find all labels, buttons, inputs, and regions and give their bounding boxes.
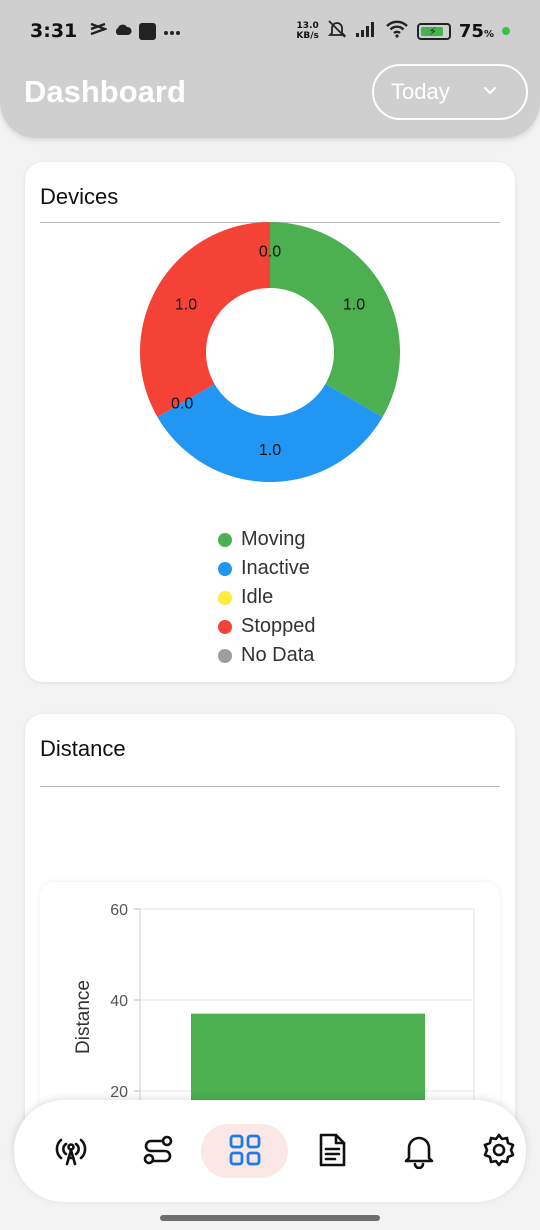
y-tick-label: 20 — [110, 1084, 128, 1101]
wifi-icon — [385, 20, 409, 42]
network-speed: 13.0 KB/s — [296, 21, 318, 41]
app-notification-icon — [139, 22, 157, 40]
nav-item-live-tracking[interactable] — [45, 1124, 97, 1176]
legend-item[interactable]: Moving — [218, 525, 316, 554]
legend-label: Stopped — [241, 615, 316, 637]
privacy-indicator-dot — [502, 27, 510, 35]
battery-percent-value: 75 — [458, 20, 484, 42]
cloud-icon — [114, 22, 132, 40]
home-indicator[interactable] — [160, 1215, 380, 1221]
more-notifications-icon — [164, 22, 181, 40]
bottom-navigation — [14, 1100, 526, 1202]
legend-item[interactable]: Idle — [218, 583, 316, 612]
nav-item-settings[interactable] — [480, 1124, 520, 1176]
devices-card: Devices 1.0 1.0 1.0 0.0 0.0 Moving Inactive Id… — [25, 162, 515, 682]
capcut-icon — [89, 21, 109, 41]
legend-color-dot — [218, 590, 232, 605]
devices-donut-chart[interactable]: 1.0 1.0 1.0 0.0 0.0 — [25, 222, 515, 522]
broadcast-tower-icon — [55, 1138, 87, 1166]
legend-color-dot — [218, 532, 232, 547]
gear-icon — [483, 1133, 515, 1167]
nav-item-routes[interactable] — [132, 1124, 184, 1176]
devices-card-title: Devices — [40, 184, 119, 209]
y-tick-label: 60 — [110, 902, 128, 919]
donut-value-label: 0.0 — [171, 396, 193, 413]
battery-icon: ⚡ — [416, 22, 451, 40]
period-dropdown[interactable]: Today — [372, 64, 528, 120]
donut-value-label: 0.0 — [259, 244, 281, 261]
distance-card-divider — [40, 786, 500, 787]
y-axis-label: Distance — [73, 980, 94, 1054]
nav-item-reports[interactable] — [306, 1124, 358, 1176]
legend-color-dot — [218, 561, 232, 576]
legend-item[interactable]: Stopped — [218, 612, 316, 641]
nav-item-notifications[interactable] — [393, 1124, 445, 1176]
battery-percent: 75% — [459, 21, 494, 42]
devices-legend: Moving Inactive Idle Stopped No Data — [218, 525, 316, 670]
donut-slice-stopped[interactable] — [140, 222, 270, 417]
signal-icon — [355, 21, 377, 41]
chevron-down-icon — [483, 86, 497, 95]
bell-icon — [404, 1136, 434, 1169]
legend-label: Inactive — [241, 557, 310, 579]
status-time: 3:31 — [30, 20, 78, 42]
legend-color-dot — [218, 619, 232, 634]
legend-item[interactable]: No Data — [218, 641, 316, 670]
period-dropdown-value: Today — [391, 79, 450, 104]
donut-value-label: 1.0 — [343, 297, 365, 314]
net-speed-unit: KB/s — [296, 31, 319, 41]
battery-percent-unit: % — [483, 28, 494, 40]
status-bar: 3:31 13.0 KB/s ⚡ 75% — [0, 0, 540, 62]
net-speed-value: 13.0 — [296, 21, 319, 31]
route-icon — [143, 1135, 173, 1165]
status-right: 13.0 KB/s ⚡ 75% — [296, 19, 510, 43]
page-title: Dashboard — [24, 74, 186, 109]
nav-item-dashboard[interactable] — [219, 1124, 271, 1176]
document-icon — [319, 1133, 346, 1167]
legend-color-dot — [218, 648, 232, 663]
legend-label: Idle — [241, 586, 274, 608]
distance-card-title: Distance — [40, 736, 126, 761]
legend-item[interactable]: Inactive — [218, 554, 316, 583]
distance-card: Distance 20 40 60 Distance — [25, 714, 515, 1142]
donut-value-label: 1.0 — [259, 442, 281, 459]
mute-bell-icon — [327, 19, 347, 43]
legend-label: No Data — [241, 644, 315, 666]
donut-slice-moving[interactable] — [270, 222, 400, 417]
dashboard-grid-icon — [229, 1134, 261, 1166]
y-tick-label: 40 — [110, 993, 128, 1010]
charging-bolt-icon: ⚡ — [428, 24, 437, 38]
legend-label: Moving — [241, 528, 306, 550]
donut-value-label: 1.0 — [175, 297, 197, 314]
